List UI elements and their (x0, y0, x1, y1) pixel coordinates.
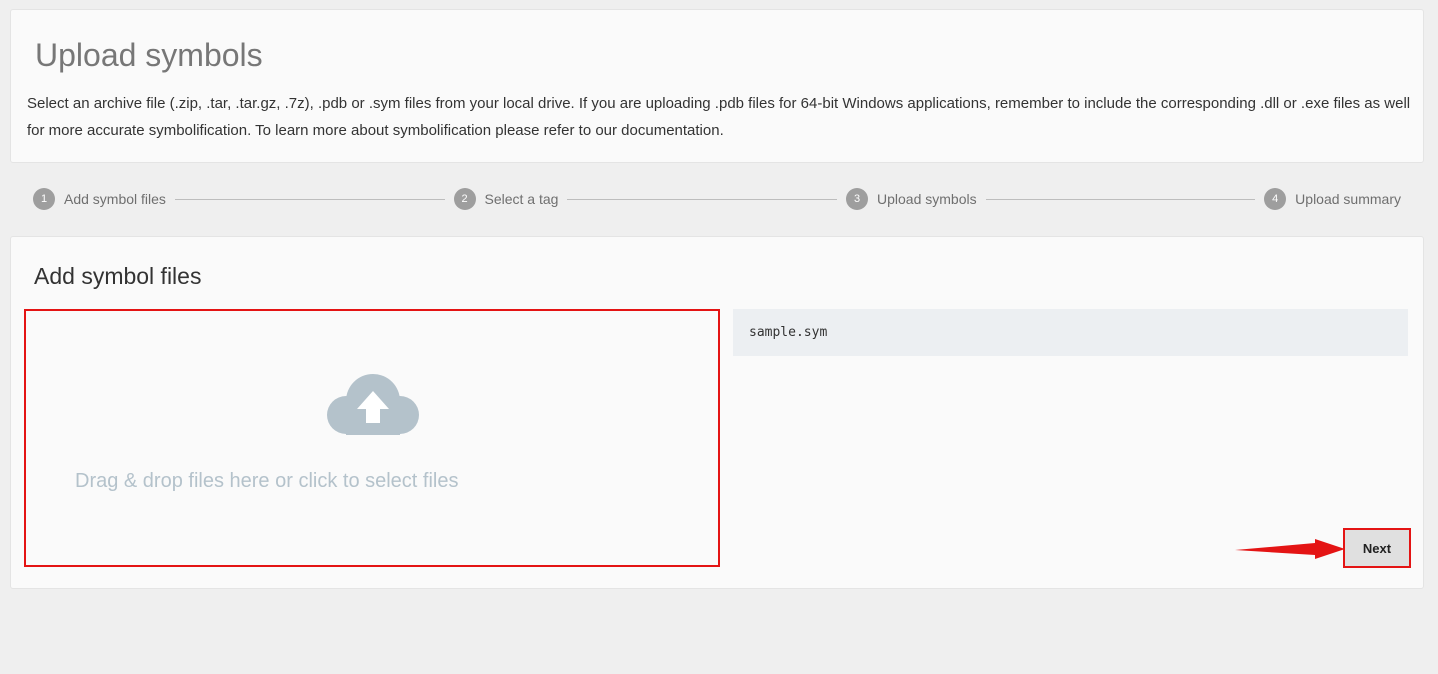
step-upload-symbols: 3 Upload symbols (846, 188, 977, 210)
section-title: Add symbol files (34, 263, 202, 289)
file-list-item: sample.sym (733, 309, 1408, 356)
step-number: 2 (453, 188, 476, 210)
step-number: 1 (33, 188, 55, 210)
file-name: sample.sym (749, 325, 828, 340)
step-select-a-tag: 2 Select a tag (453, 188, 559, 210)
next-button[interactable]: Next (1343, 528, 1411, 568)
step-add-symbol-files: 1 Add symbol files (33, 188, 166, 210)
step-label: Add symbol files (64, 191, 166, 207)
step-label: Select a tag (484, 191, 559, 207)
step-connector (174, 198, 445, 200)
page-description: Select an archive file (.zip, .tar, .tar… (27, 95, 1411, 139)
page-title: Upload symbols (35, 37, 263, 73)
add-symbol-files-card: Add symbol files Drag & drop files here … (10, 236, 1424, 589)
step-label: Upload symbols (877, 191, 977, 207)
stepper: 1 Add symbol files 2 Select a tag 3 Uplo… (33, 187, 1401, 211)
step-number: 3 (846, 188, 868, 210)
step-connector (985, 198, 1256, 200)
dropzone-text: Drag & drop files here or click to selec… (75, 470, 459, 492)
cloud-upload-icon (327, 374, 419, 435)
step-upload-summary: 4 Upload summary (1264, 188, 1401, 210)
step-number: 4 (1264, 188, 1287, 210)
file-dropzone[interactable]: Drag & drop files here or click to selec… (24, 309, 720, 567)
header-card: Upload symbols Select an archive file (.… (10, 9, 1424, 163)
arrow-right-icon (1235, 539, 1345, 559)
step-label: Upload summary (1295, 191, 1401, 207)
step-connector (567, 198, 837, 200)
